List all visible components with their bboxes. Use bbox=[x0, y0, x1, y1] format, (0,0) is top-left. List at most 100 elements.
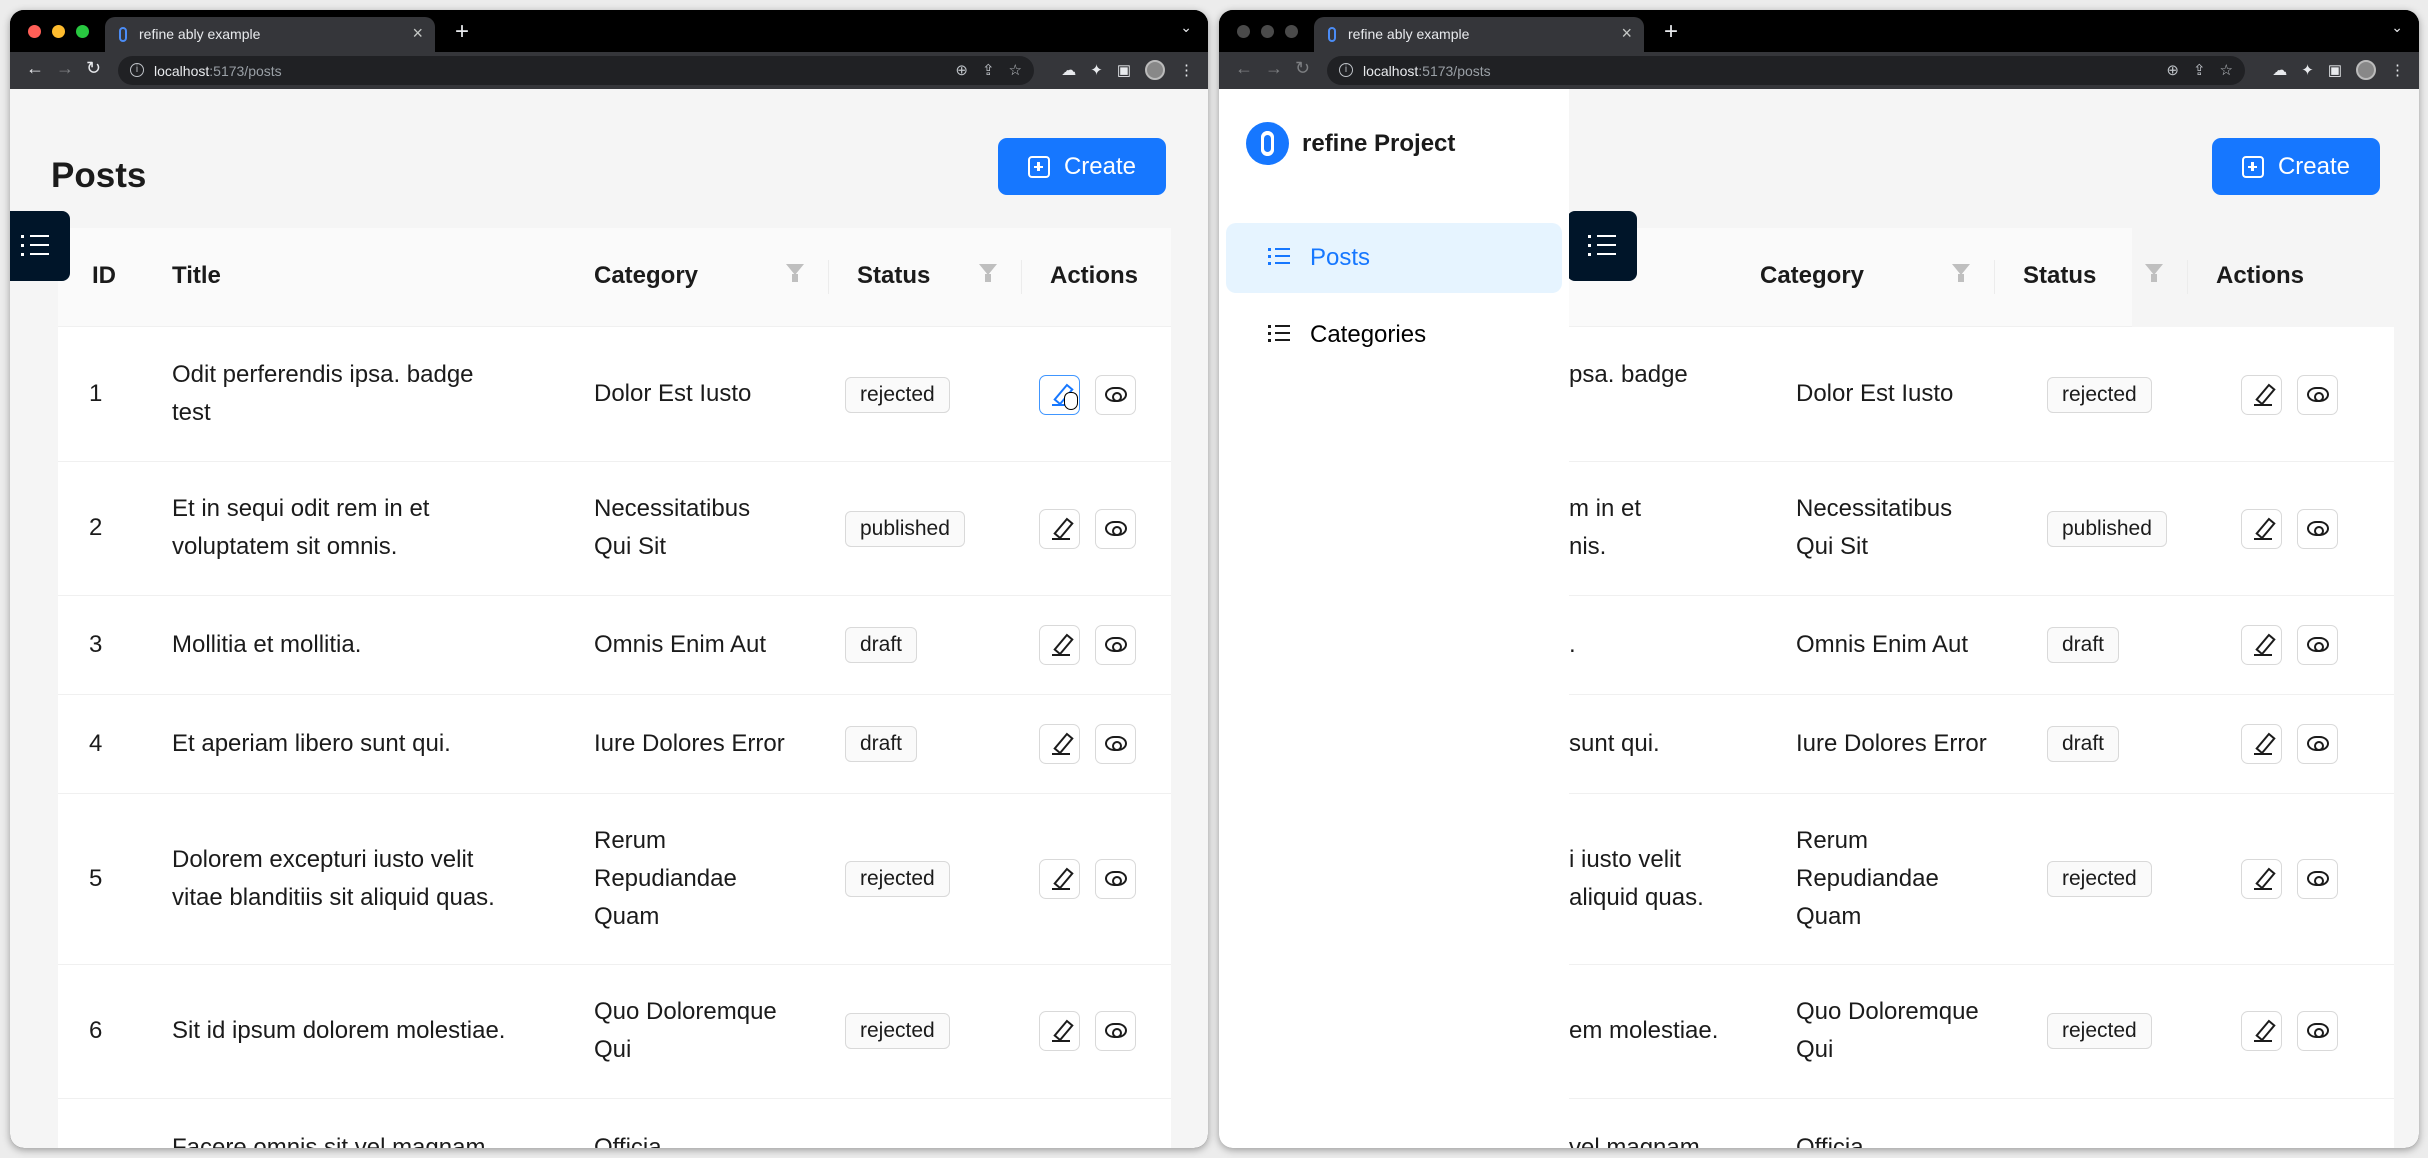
edit-button[interactable] bbox=[2241, 859, 2282, 899]
tab-search-icon[interactable]: ⌄ bbox=[2391, 19, 2403, 36]
close-window-button[interactable] bbox=[1237, 25, 1250, 38]
edit-button[interactable] bbox=[1039, 375, 1080, 415]
create-button[interactable]: Create bbox=[998, 138, 1166, 195]
edit-button[interactable] bbox=[2241, 625, 2282, 665]
cloud-icon[interactable]: ☁ bbox=[1061, 61, 1076, 79]
address-bar[interactable]: i localhost:5173/posts ⊕ ⇪ ☆ bbox=[1327, 56, 2245, 85]
row-id: 1 bbox=[89, 380, 103, 407]
tab-close-icon[interactable]: × bbox=[412, 23, 423, 44]
status-filter-icon[interactable] bbox=[979, 264, 997, 284]
posts-table: ID Title Category Status Actions 1 Odit … bbox=[58, 228, 1171, 1148]
column-header-status[interactable]: Status bbox=[2023, 262, 2096, 290]
show-button[interactable] bbox=[2297, 509, 2338, 549]
row-title: i iusto velit aliquid quas. bbox=[1569, 846, 1704, 911]
browser-tab[interactable]: refine ably example × bbox=[105, 17, 435, 52]
share-icon[interactable]: ⇪ bbox=[2193, 61, 2206, 79]
table-row: 3 Mollitia et mollitia. Omnis Enim Aut d… bbox=[58, 596, 1171, 695]
reload-icon[interactable]: ↻ bbox=[86, 58, 101, 79]
show-button[interactable] bbox=[2297, 375, 2338, 415]
row-id: 4 bbox=[89, 730, 103, 757]
bookmark-star-icon[interactable]: ☆ bbox=[2220, 61, 2233, 79]
category-filter-icon[interactable] bbox=[1952, 264, 1970, 284]
create-button[interactable]: Create bbox=[2212, 138, 2380, 195]
sider-toggle-button[interactable] bbox=[1567, 211, 1637, 281]
cloud-icon[interactable]: ☁ bbox=[2272, 61, 2287, 79]
zoom-icon[interactable]: ⊕ bbox=[2166, 61, 2179, 79]
edit-button[interactable] bbox=[1039, 625, 1080, 665]
maximize-window-button[interactable] bbox=[1285, 25, 1298, 38]
edit-button[interactable] bbox=[2241, 724, 2282, 764]
site-info-icon[interactable]: i bbox=[1339, 63, 1353, 77]
new-tab-button[interactable]: + bbox=[455, 18, 469, 46]
edit-button[interactable] bbox=[2241, 375, 2282, 415]
row-title: Odit perferendis ipsa. badge test bbox=[172, 361, 474, 426]
edit-button[interactable] bbox=[2241, 509, 2282, 549]
status-badge: rejected bbox=[845, 1013, 950, 1049]
edit-button[interactable] bbox=[1039, 859, 1080, 899]
category-filter-icon[interactable] bbox=[786, 264, 804, 284]
sidebar-item-posts[interactable]: Posts bbox=[1226, 223, 1562, 293]
row-title: Dolorem excepturi iusto velit vitae bland… bbox=[172, 846, 495, 911]
status-filter-icon[interactable] bbox=[2145, 264, 2163, 284]
share-icon[interactable]: ⇪ bbox=[982, 61, 995, 79]
zoom-icon[interactable]: ⊕ bbox=[955, 61, 968, 79]
window-controls bbox=[1237, 25, 1298, 38]
extensions-icon[interactable]: ✦ bbox=[2301, 61, 2314, 79]
edit-button[interactable] bbox=[1039, 724, 1080, 764]
status-badge: rejected bbox=[2047, 377, 2152, 413]
back-icon[interactable]: ← bbox=[1235, 58, 1253, 79]
minimize-window-button[interactable] bbox=[52, 25, 65, 38]
column-header-category[interactable]: Category bbox=[1760, 262, 1864, 290]
row-title: Facere omnis sit vel magnam bbox=[172, 1134, 486, 1148]
browser-tab[interactable]: refine ably example × bbox=[1314, 17, 1644, 52]
minimize-window-button[interactable] bbox=[1261, 25, 1274, 38]
status-badge: draft bbox=[845, 627, 918, 663]
column-header-status[interactable]: Status bbox=[857, 262, 930, 290]
show-button[interactable] bbox=[1095, 625, 1136, 665]
table-row: i iusto velit aliquid quas. Rerum Repudian… bbox=[1569, 794, 2394, 965]
address-bar[interactable]: i localhost:5173/posts ⊕ ⇪ ☆ bbox=[118, 56, 1034, 85]
edit-button[interactable] bbox=[1039, 1011, 1080, 1051]
show-button[interactable] bbox=[1095, 724, 1136, 764]
bookmark-star-icon[interactable]: ☆ bbox=[1009, 61, 1022, 79]
profile-avatar[interactable] bbox=[2356, 60, 2376, 80]
browser-menu-icon[interactable]: ⋮ bbox=[1179, 61, 1194, 79]
column-header-category[interactable]: Category bbox=[594, 262, 698, 290]
show-button[interactable] bbox=[1095, 509, 1136, 549]
edit-button[interactable] bbox=[1039, 509, 1080, 549]
maximize-window-button[interactable] bbox=[76, 25, 89, 38]
back-icon[interactable]: ← bbox=[26, 58, 44, 79]
edit-button[interactable] bbox=[2241, 1011, 2282, 1051]
browser-toolbar: ← → ↻ i localhost:5173/posts ⊕ ⇪ ☆ ☁ ✦ ▣… bbox=[10, 52, 1208, 89]
show-button[interactable] bbox=[1095, 859, 1136, 899]
show-button[interactable] bbox=[2297, 1011, 2338, 1051]
close-window-button[interactable] bbox=[28, 25, 41, 38]
tab-close-icon[interactable]: × bbox=[1621, 23, 1632, 44]
reload-icon[interactable]: ↻ bbox=[1295, 58, 1310, 79]
new-tab-button[interactable]: + bbox=[1664, 18, 1678, 46]
side-panel-icon[interactable]: ▣ bbox=[2328, 61, 2342, 79]
profile-avatar[interactable] bbox=[1145, 60, 1165, 80]
side-panel-icon[interactable]: ▣ bbox=[1117, 61, 1131, 79]
row-id: 5 bbox=[89, 865, 103, 892]
url-text: localhost:5173/posts bbox=[154, 63, 282, 79]
tab-search-icon[interactable]: ⌄ bbox=[1180, 19, 1192, 36]
page-title: Posts bbox=[51, 156, 147, 195]
show-button[interactable] bbox=[2297, 625, 2338, 665]
status-badge: draft bbox=[2047, 627, 2120, 663]
row-title: psa. badge bbox=[1569, 361, 1688, 388]
show-button[interactable] bbox=[1095, 1011, 1136, 1051]
browser-menu-icon[interactable]: ⋮ bbox=[2390, 61, 2405, 79]
column-header-title[interactable]: Title bbox=[172, 262, 221, 290]
sider-toggle-button[interactable] bbox=[10, 211, 70, 281]
row-category: Rerum Repudiandae Quam bbox=[594, 827, 737, 930]
sidebar-item-categories[interactable]: Categories bbox=[1226, 300, 1562, 370]
show-button[interactable] bbox=[1095, 375, 1136, 415]
show-button[interactable] bbox=[2297, 859, 2338, 899]
show-button[interactable] bbox=[2297, 724, 2338, 764]
column-header-id[interactable]: ID bbox=[92, 262, 116, 290]
site-info-icon[interactable]: i bbox=[130, 63, 144, 77]
forward-icon[interactable]: → bbox=[56, 58, 74, 79]
forward-icon[interactable]: → bbox=[1265, 58, 1283, 79]
extensions-icon[interactable]: ✦ bbox=[1090, 61, 1103, 79]
